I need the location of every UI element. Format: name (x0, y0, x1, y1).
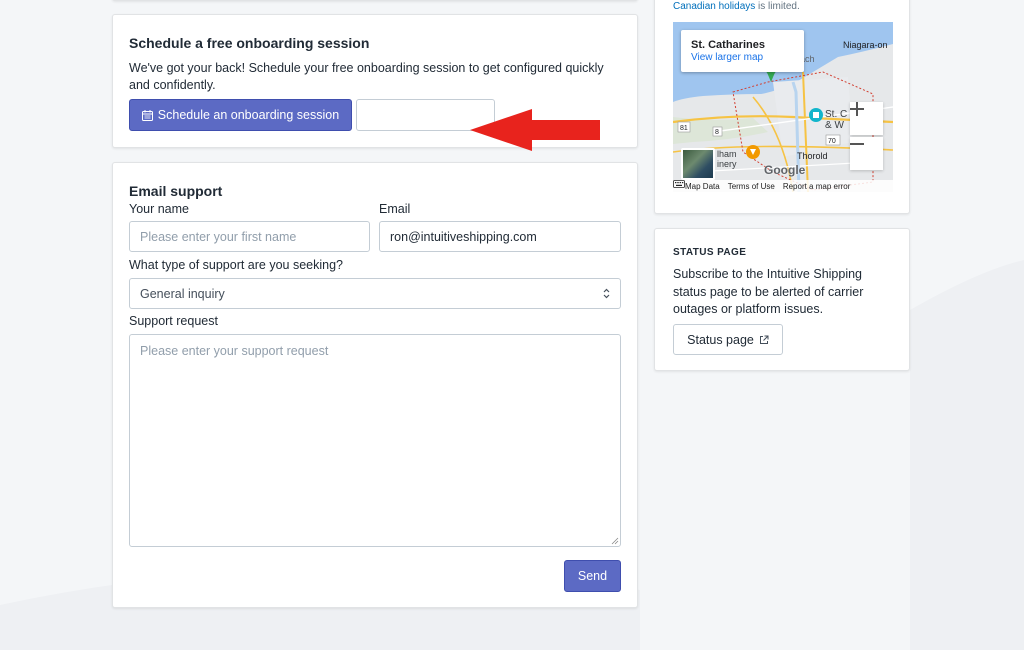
map-label-r81: 81 (680, 125, 688, 132)
select-chevron-icon (603, 288, 610, 299)
zoom-in-button[interactable] (850, 102, 883, 135)
map-label-stc: St. C (825, 109, 847, 120)
external-link-icon (759, 335, 769, 344)
map-label-pelham: lham (717, 149, 737, 159)
map-label-thorold: Thorold (797, 151, 828, 161)
map-data-link[interactable]: Map Data (685, 182, 720, 191)
map-label-inery: inery (717, 159, 737, 169)
email-label: Email (379, 202, 411, 216)
google-logo: Google (764, 163, 806, 177)
map-place-card: St. Catharines View larger map (681, 30, 804, 72)
support-type-value: General inquiry (140, 286, 225, 301)
status-page-button-label: Status page (687, 332, 754, 347)
holiday-note: Canadian holidays is limited. (673, 1, 800, 12)
canadian-holidays-link[interactable]: Canadian holidays (673, 1, 755, 12)
name-label: Your name (129, 202, 189, 216)
name-input[interactable]: Please enter your first name (129, 221, 370, 252)
status-page-heading: STATUS PAGE (673, 247, 747, 258)
map-label-r8: 8 (715, 129, 719, 136)
name-placeholder: Please enter your first name (140, 229, 297, 244)
report-map-error-link[interactable]: Report a map error (783, 182, 851, 191)
zoom-out-button[interactable] (850, 137, 883, 170)
onboarding-card: Schedule a free onboarding session We've… (112, 14, 638, 151)
satellite-toggle[interactable] (681, 148, 715, 180)
plus-icon (850, 102, 864, 116)
onboarding-description: We've got your back! Schedule your free … (129, 61, 604, 92)
calendar-icon (141, 109, 153, 121)
keyboard-icon[interactable] (673, 180, 685, 188)
map-embed[interactable]: each Niagara-on St. C & W Thorold lham i… (673, 22, 893, 192)
previous-card-edge (112, 0, 638, 1)
resize-handle-icon[interactable] (611, 537, 619, 545)
schedule-onboarding-button[interactable]: Schedule an onboarding session (129, 99, 352, 131)
send-button[interactable]: Send (564, 560, 621, 592)
onboarding-title: Schedule a free onboarding session (129, 35, 370, 51)
support-request-label: Support request (129, 314, 218, 328)
support-request-placeholder: Please enter your support request (140, 344, 329, 358)
map-label-welland: & W (825, 120, 844, 131)
terms-of-use-link[interactable]: Terms of Use (728, 182, 775, 191)
map-label-niagara: Niagara-on (843, 40, 888, 50)
email-support-title: Email support (129, 183, 223, 199)
support-type-label: What type of support are you seeking? (129, 258, 344, 272)
support-type-select[interactable]: General inquiry (129, 278, 621, 309)
status-page-description: Subscribe to the Intuitive Shipping stat… (673, 267, 864, 316)
schedule-onboarding-label: Schedule an onboarding session (157, 108, 340, 122)
map-card: Canadian holidays is limited. each Niaga… (654, 0, 910, 214)
status-page-button[interactable]: Status page (673, 324, 783, 355)
holiday-suffix: is limited. (755, 1, 800, 12)
email-value: ron@intuitiveshipping.com (390, 229, 537, 244)
email-support-card: Email support Your name Please enter you… (112, 162, 638, 608)
support-request-textarea[interactable]: Please enter your support request (129, 334, 621, 547)
annotation-arrow (470, 109, 600, 151)
map-label-r70: 70 (828, 138, 836, 145)
email-input[interactable]: ron@intuitiveshipping.com (379, 221, 621, 252)
view-larger-map-link[interactable]: View larger map (691, 52, 804, 63)
status-page-card: STATUS PAGE Subscribe to the Intuitive S… (654, 228, 910, 371)
minus-icon (850, 143, 864, 145)
map-footer: Map Data Terms of Use Report a map error (673, 180, 893, 192)
map-place-name: St. Catharines (691, 39, 765, 51)
